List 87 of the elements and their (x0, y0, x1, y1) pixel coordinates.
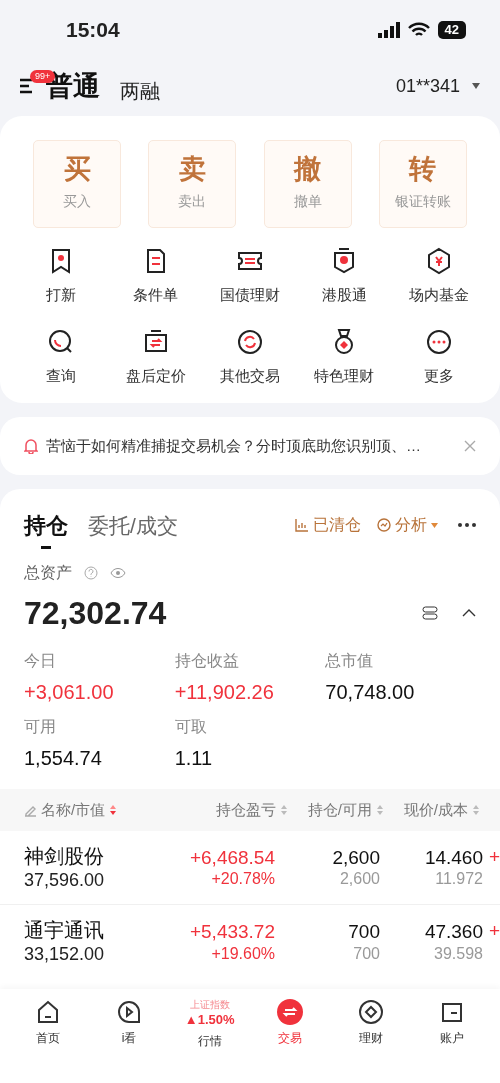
stat-label: 持仓收益 (174, 651, 240, 671)
bell-icon (24, 438, 38, 454)
status-time: 15:04 (66, 17, 120, 44)
market-value: 33,152.00 (24, 943, 105, 966)
trade-action-button[interactable]: 卖 卖出 (148, 140, 237, 228)
stat-label: 可取 (174, 717, 208, 737)
shortcut-item[interactable]: 港股通 (297, 246, 392, 307)
column-header[interactable]: 持仓/可用 (288, 798, 384, 822)
stat-value: 70,748.00 (325, 680, 416, 705)
notice-text: 苦恼于如何精准捕捉交易机会？分时顶底助您识别顶、… (46, 435, 421, 456)
caret-icon (472, 83, 480, 89)
stat-value: +3,061.00 (24, 680, 115, 705)
menu-icon[interactable] (20, 78, 34, 94)
profit-percent: +19.60% (211, 943, 275, 964)
stat-label: 总市值 (325, 651, 375, 671)
current-price: 47.360 (424, 920, 483, 944)
action-glyph: 买 (63, 156, 91, 183)
signal-icon (377, 22, 400, 38)
nav-item[interactable]: 交易 (250, 999, 331, 1047)
caret-icon (431, 522, 438, 528)
action-label: 卖出 (178, 192, 207, 211)
position-qty: 2,600 (332, 845, 380, 870)
account-type-tab[interactable]: 两融 (120, 76, 160, 107)
action-glyph: 转 (409, 156, 437, 183)
stat-value: +11,902.26 (174, 680, 275, 705)
stock-name: 通宇通讯 (24, 918, 105, 944)
stat-label: 可用 (24, 717, 57, 737)
available-qty: 2,600 (339, 869, 380, 890)
position-qty: 700 (348, 920, 380, 944)
shortcut-item[interactable]: 条件单 (108, 246, 203, 307)
chart-icon (295, 518, 309, 532)
shortcut-item[interactable]: 打新 (14, 246, 109, 307)
profit-value: +5,433.72 (189, 920, 275, 944)
holdings-tab[interactable]: 委托/成交 (88, 509, 178, 549)
shortcut-item[interactable]: 查询 (14, 326, 109, 387)
column-header[interactable]: 现价/成本 (384, 798, 480, 822)
nav-item[interactable]: 上证指数 ▲1.50% 行情 (169, 999, 250, 1050)
nav-item[interactable]: i看 (88, 999, 170, 1047)
battery-indicator: 42 (437, 21, 466, 39)
trade-action-button[interactable]: 转 银证转账 (379, 140, 467, 228)
table-cell-text: + (487, 845, 500, 869)
holdings-tab[interactable]: 持仓 (24, 509, 68, 549)
shortcut-item[interactable]: 特色理财 (297, 326, 392, 387)
shortcut-item[interactable]: 盘后定价 (108, 326, 203, 387)
profit-value: +6,468.54 (189, 845, 275, 870)
trade-action-button[interactable]: 撤 撤单 (263, 140, 352, 228)
shortcut-item[interactable]: 其他交易 (202, 326, 298, 387)
available-qty: 700 (353, 943, 380, 964)
total-assets-label: 总资产 (24, 563, 72, 583)
cost-price: 11.972 (435, 869, 483, 890)
list-toggle-icon[interactable] (422, 605, 438, 621)
gauge-icon (377, 518, 391, 532)
nav-item[interactable]: 账户 (411, 999, 493, 1047)
nav-item[interactable]: 首页 (8, 999, 89, 1047)
table-cell-text: + (487, 919, 500, 943)
diamond-circle-icon (358, 999, 384, 1025)
play-bubble-icon (116, 999, 142, 1025)
exchange-icon (277, 999, 304, 1025)
action-glyph: 撤 (294, 156, 322, 183)
wifi-icon (407, 22, 430, 38)
eye-icon[interactable] (110, 567, 126, 579)
shortcut-item[interactable]: 场内基金 (391, 246, 486, 307)
cost-price: 39.598 (434, 943, 483, 964)
stat-value: 1.11 (174, 746, 214, 771)
action-label: 撤单 (293, 192, 322, 211)
action-label: 银证转账 (395, 192, 451, 211)
notice-banner[interactable]: 苦恼于如何精准捕捉交易机会？分时顶底助您识别顶、… (0, 417, 500, 475)
nav-item[interactable]: 理财 (330, 999, 412, 1047)
trade-action-button[interactable]: 买 买入 (33, 140, 121, 228)
profit-percent: +20.78% (211, 869, 275, 890)
action-label: 买入 (63, 192, 91, 211)
account-selector[interactable]: 01**341 (395, 72, 480, 100)
shortcut-item[interactable]: 更多 (391, 326, 486, 387)
shortcut-item[interactable]: 国债理财 (202, 246, 298, 307)
total-assets-value: 72,302.74 (24, 594, 167, 633)
more-icon[interactable] (458, 523, 476, 527)
stat-label: 今日 (24, 651, 57, 671)
analysis-link[interactable]: 分析 (377, 513, 438, 537)
stock-name: 神剑股份 (24, 843, 105, 869)
stat-value: 1,554.74 (24, 746, 103, 771)
chevron-up-icon[interactable] (462, 609, 476, 617)
action-glyph: 卖 (178, 156, 206, 183)
column-header[interactable]: 持仓盈亏 (192, 798, 288, 822)
market-value: 37,596.00 (24, 868, 105, 892)
current-price: 14.460 (424, 845, 483, 870)
cleared-link[interactable]: 已清仓 (295, 513, 361, 537)
column-header[interactable]: 名称/市值 (24, 798, 118, 822)
